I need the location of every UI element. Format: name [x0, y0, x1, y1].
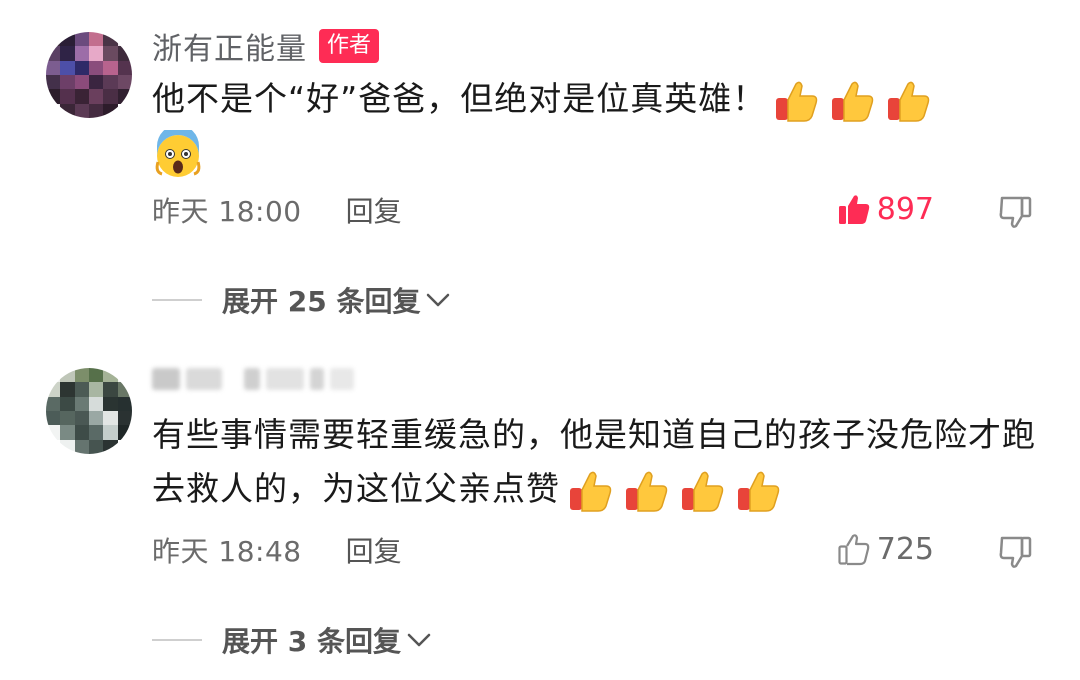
expand-replies-label: 展开 3 条回复 — [222, 625, 401, 658]
expand-replies-button[interactable]: 展开 25 条回复 — [152, 280, 452, 320]
comment-time: 昨天 18:00 — [152, 195, 302, 228]
thumbs-down-icon[interactable] — [998, 534, 1034, 570]
divider-line — [152, 299, 202, 301]
thumbs-up-filled-icon — [838, 194, 869, 224]
thumbs-up-outline-icon — [838, 533, 870, 565]
screaming-face-icon — [155, 129, 201, 177]
author-name-redacted[interactable] — [152, 368, 354, 390]
author-row: 浙有正能量 作者 — [152, 24, 380, 68]
chevron-down-icon — [427, 293, 450, 307]
comment-item: 浙有正能量 作者 他不是个“好”爸爸，但绝对是位真英雄！ 昨天 18:00 回复… — [0, 0, 1080, 340]
like-count: 897 — [876, 192, 934, 227]
thumbs-up-icon — [738, 471, 780, 512]
thumbs-up-icon — [776, 81, 818, 122]
like-button[interactable]: 897 — [837, 192, 934, 227]
thumbs-up-icon — [888, 81, 930, 122]
chevron-down-icon — [407, 633, 431, 647]
comment-text[interactable]: 有些事情需要轻重缓急的，他是知道自己的孩子没危险才跑去救人的，为这位父亲点赞 — [152, 408, 1042, 516]
thumbs-up-icon — [570, 471, 612, 512]
comment-item: 有些事情需要轻重缓急的，他是知道自己的孩子没危险才跑去救人的，为这位父亲点赞 昨… — [0, 340, 1080, 680]
author-name[interactable]: 浙有正能量 — [152, 24, 307, 68]
author-badge: 作者 — [319, 29, 380, 63]
like-button[interactable]: 725 — [837, 532, 934, 567]
like-count: 725 — [876, 532, 934, 567]
comment-time: 昨天 18:48 — [152, 535, 302, 568]
comment-body: 他不是个“好”爸爸，但绝对是位真英雄！ — [152, 79, 767, 118]
thumbs-up-icon — [832, 81, 874, 122]
avatar[interactable] — [46, 32, 132, 118]
divider-line — [152, 639, 202, 641]
thumbs-up-icon — [626, 471, 668, 512]
thumbs-up-icon — [682, 471, 724, 512]
expand-replies-label: 展开 25 条回复 — [222, 285, 421, 318]
thumbs-down-icon[interactable] — [998, 194, 1034, 230]
avatar[interactable] — [46, 368, 132, 454]
author-row — [152, 368, 354, 390]
comment-list: 浙有正能量 作者 他不是个“好”爸爸，但绝对是位真英雄！ 昨天 18:00 回复… — [0, 0, 1080, 680]
reply-button[interactable]: 回复 — [346, 190, 402, 230]
expand-replies-button[interactable]: 展开 3 条回复 — [152, 620, 433, 660]
reply-button[interactable]: 回复 — [346, 530, 402, 570]
comment-text[interactable]: 他不是个“好”爸爸，但绝对是位真英雄！ — [152, 72, 1042, 180]
